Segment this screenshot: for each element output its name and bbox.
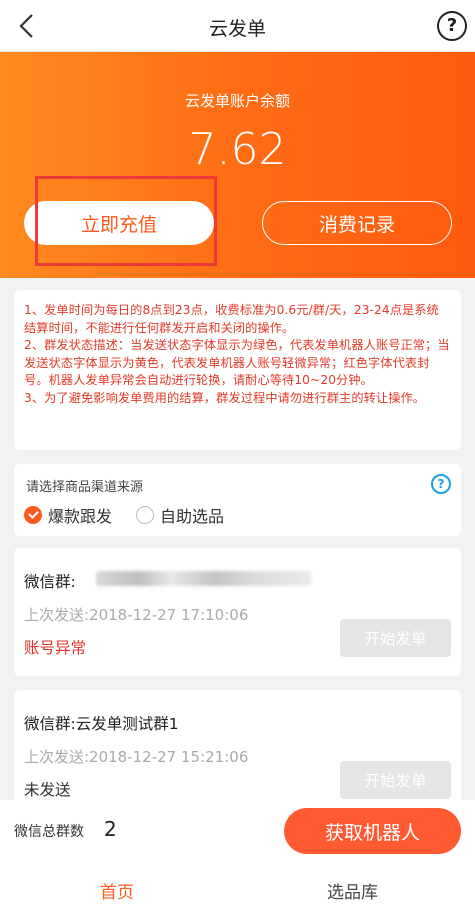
total-groups-label: 微信总群数	[14, 824, 84, 840]
radio-unchecked-icon	[136, 506, 154, 524]
action-bar: 微信总群数 2 获取机器人	[0, 800, 475, 864]
start-sending-button[interactable]: 开始发单	[340, 619, 451, 657]
consumption-records-button[interactable]: 消费记录	[262, 201, 452, 245]
navigation-bar: 云发单 ?	[0, 0, 475, 52]
tab-bar: 首页 选品库	[0, 864, 475, 917]
notice-card: 1、发单时间为每日的8点到23点，收费标准为0.6元/群/天，23-24点是系统…	[14, 290, 461, 450]
radio-option-self-select[interactable]: 自助选品	[136, 503, 224, 527]
blurred-group-name	[96, 571, 311, 586]
tab-product-library[interactable]: 选品库	[327, 878, 378, 903]
group-name: 微信群:	[24, 573, 76, 591]
group-card: 微信群: 上次发送:2018-12-27 17:10:06 账号异常 开始发单	[14, 548, 461, 676]
source-help-icon[interactable]: ?	[431, 474, 451, 494]
notice-paragraph: 3、为了避免影响发单费用的结算，群发过程中请勿进行群主的转让操作。	[24, 390, 426, 405]
balance-panel: 云发单账户余额 7.62 立即充值 消费记录	[0, 52, 475, 278]
group-name: 微信群:云发单测试群1	[24, 715, 179, 733]
group-status: 账号异常	[24, 639, 87, 657]
total-groups-value: 2	[104, 817, 117, 841]
notice-paragraph: 2、群发状态描述：当发送状态字体显示为绿色，代表发单机器人账号正常；当发送状态字…	[24, 338, 450, 387]
group-last-sent: 上次发送:2018-12-27 15:21:06	[24, 748, 249, 766]
get-robot-button[interactable]: 获取机器人	[284, 808, 461, 854]
page-title: 云发单	[208, 18, 266, 40]
source-selection-card: 请选择商品渠道来源 ? 爆款跟发 自助选品	[14, 464, 461, 536]
balance-label: 云发单账户余额	[184, 92, 290, 110]
tab-home[interactable]: 首页	[100, 878, 134, 903]
group-status: 未发送	[24, 781, 71, 799]
notice-paragraph: 1、发单时间为每日的8点到23点，收费标准为0.6元/群/天，23-24点是系统…	[24, 303, 439, 335]
balance-value: 7.62	[188, 124, 287, 175]
group-last-sent: 上次发送:2018-12-27 17:10:06	[24, 606, 249, 624]
recharge-button[interactable]: 立即充值	[24, 201, 214, 245]
radio-label: 爆款跟发	[48, 507, 113, 526]
page: 云发单 ? 云发单账户余额 7.62 立即充值 消费记录 1、发单时间为每日的8…	[0, 0, 475, 917]
radio-checked-icon	[24, 506, 42, 524]
help-icon[interactable]: ?	[437, 11, 467, 41]
radio-label: 自助选品	[160, 507, 225, 526]
radio-option-hot-follow[interactable]: 爆款跟发	[24, 503, 112, 527]
start-sending-button[interactable]: 开始发单	[340, 761, 451, 799]
source-title: 请选择商品渠道来源	[26, 480, 144, 495]
